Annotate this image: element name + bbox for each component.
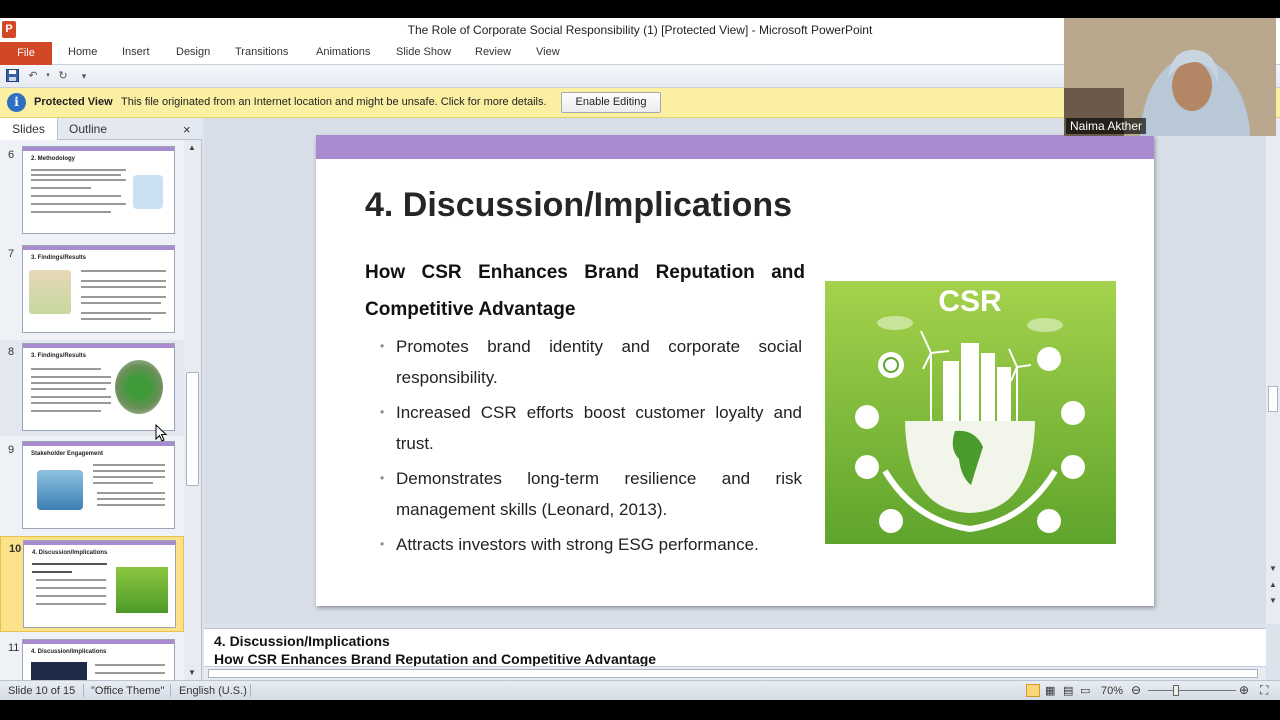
thumbnail-title: 3. Findings/Results (31, 353, 87, 359)
slide[interactable]: 4. Discussion/Implications How CSR Enhan… (316, 135, 1154, 606)
thumbnail-number: 9 (8, 444, 15, 456)
tab-view[interactable]: View (536, 46, 560, 58)
scroll-up-icon[interactable]: ▲ (188, 143, 196, 152)
thumbnail-image: Stakeholder Engagement (22, 441, 175, 529)
thumbnail-slide-11[interactable]: 11 4. Discussion/Implications (0, 636, 184, 680)
protected-view-message[interactable]: This file originated from an Internet lo… (121, 96, 547, 108)
thumbnail-number: 10 (9, 543, 22, 555)
close-pane-icon[interactable]: × (183, 122, 191, 137)
thumbnail-slide-6[interactable]: 6 2. Methodology (0, 143, 184, 239)
bullet-list[interactable]: Promotes brand identity and corporate so… (380, 331, 802, 564)
slide-scrollbar[interactable]: ▼ ▲ ▼ (1266, 118, 1280, 624)
scrollbar-thumb[interactable] (208, 669, 1258, 678)
thumbnail-title: 3. Findings/Results (31, 255, 87, 261)
slide-title[interactable]: 4. Discussion/Implications (365, 186, 792, 225)
tab-design[interactable]: Design (176, 46, 210, 58)
webcam-overlay: Naima Akther (1064, 18, 1276, 136)
thumbnail-image: 3. Findings/Results (22, 343, 175, 431)
scrollbar-thumb[interactable] (1268, 386, 1278, 412)
slides-pane: Slides Outline × 6 2. Methodology 7 3. F… (0, 118, 202, 680)
slide-subtitle[interactable]: How CSR Enhances Brand Reputation and Co… (365, 254, 805, 328)
mouse-cursor-icon (155, 424, 167, 442)
thumbnail-title: 4. Discussion/Implications (32, 550, 108, 556)
screen-top-border (0, 0, 1280, 18)
notes-pane[interactable]: 4. Discussion/Implications How CSR Enhan… (204, 628, 1266, 668)
scrollbar-thumb[interactable] (186, 372, 199, 486)
thumbnail-image: 3. Findings/Results (22, 245, 175, 333)
csr-image-text: CSR (938, 285, 1002, 318)
thumbnail-image: 2. Methodology (22, 146, 175, 234)
bullet-item: Demonstrates long-term resilience and ri… (380, 463, 802, 525)
slide-sorter-icon[interactable]: ▦ (1045, 684, 1055, 697)
tab-outline[interactable]: Outline (58, 118, 118, 140)
thumbnail-title: 4. Discussion/Implications (31, 649, 107, 655)
tab-review[interactable]: Review (475, 46, 511, 58)
slide-header-band (316, 135, 1154, 159)
pane-tabs: Slides Outline × (0, 118, 202, 140)
participant-name: Naima Akther (1066, 118, 1147, 134)
thumbnail-slide-9[interactable]: 9 Stakeholder Engagement (0, 438, 184, 534)
undo-dropdown-icon[interactable]: ▾ (41, 69, 55, 83)
thumbnail-slide-10[interactable]: 10 4. Discussion/Implications (0, 536, 184, 632)
slide-canvas: 4. Discussion/Implications How CSR Enhan… (204, 118, 1266, 624)
powerpoint-window: { "window": { "title": "The Role of Corp… (0, 0, 1280, 720)
fit-to-window-icon[interactable]: ⛶ (1260, 683, 1268, 698)
next-slide-icon[interactable]: ▼ (1269, 596, 1277, 605)
screen-bottom-border (0, 700, 1280, 720)
thumbnail-number: 6 (8, 149, 15, 161)
csr-illustration[interactable]: CSR (825, 281, 1116, 544)
tab-file[interactable]: File (0, 42, 52, 65)
bullet-item: Increased CSR efforts boost customer loy… (380, 397, 802, 459)
redo-icon[interactable]: ↻ (56, 69, 70, 83)
info-icon: i (7, 93, 26, 112)
tab-home[interactable]: Home (68, 46, 97, 58)
tab-slide-show[interactable]: Slide Show (396, 46, 451, 58)
thumbnail-title: 2. Methodology (31, 156, 75, 162)
thumbnail-image: 4. Discussion/Implications (22, 639, 175, 680)
thumbnail-image: 4. Discussion/Implications (23, 540, 176, 628)
status-bar: Slide 10 of 15 "Office Theme" English (U… (0, 680, 1280, 700)
thumbnail-slide-8[interactable]: 8 3. Findings/Results (0, 340, 184, 436)
normal-view-icon[interactable] (1026, 684, 1040, 697)
reading-view-icon[interactable]: ▤ (1063, 684, 1073, 697)
tab-slides[interactable]: Slides (0, 118, 58, 140)
save-icon[interactable] (5, 69, 19, 83)
thumbnail-number: 11 (8, 642, 20, 654)
language-indicator[interactable]: English (U.S.) (179, 685, 247, 697)
thumbnail-slide-7[interactable]: 7 3. Findings/Results (0, 242, 184, 338)
thumbnail-list: 6 2. Methodology 7 3. Findings/Results 8… (0, 140, 184, 680)
scroll-down-icon[interactable]: ▼ (1269, 564, 1277, 573)
tab-transitions[interactable]: Transitions (235, 46, 288, 58)
thumbnail-number: 7 (8, 248, 15, 260)
zoom-level[interactable]: 70% (1101, 685, 1123, 697)
notes-line-1: 4. Discussion/Implications (214, 633, 390, 649)
zoom-slider[interactable] (1148, 690, 1236, 691)
notes-line-2: How CSR Enhances Brand Reputation and Co… (214, 651, 657, 667)
enable-editing-button[interactable]: Enable Editing (561, 92, 661, 113)
scroll-down-icon[interactable]: ▼ (188, 668, 196, 677)
bullet-item: Attracts investors with strong ESG perfo… (380, 529, 802, 560)
undo-icon[interactable]: ↶ (26, 69, 40, 83)
horizontal-scrollbar[interactable] (204, 666, 1266, 680)
slide-counter: Slide 10 of 15 (8, 685, 76, 697)
slide-show-icon[interactable]: ▭ (1080, 684, 1090, 697)
zoom-out-icon[interactable]: ⊖ (1131, 683, 1141, 697)
previous-slide-icon[interactable]: ▲ (1269, 580, 1277, 589)
tab-insert[interactable]: Insert (122, 46, 150, 58)
zoom-in-icon[interactable]: ⊕ (1239, 683, 1249, 697)
thumbnail-number: 8 (8, 346, 15, 358)
theme-name[interactable]: "Office Theme" (91, 685, 164, 697)
tab-animations[interactable]: Animations (316, 46, 370, 58)
protected-view-title: Protected View (34, 96, 113, 108)
thumbnail-title: Stakeholder Engagement (31, 451, 104, 457)
customize-qat-icon[interactable]: ▾ (77, 69, 91, 83)
bullet-item: Promotes brand identity and corporate so… (380, 331, 802, 393)
zoom-slider-knob[interactable] (1173, 685, 1179, 696)
thumbnail-scrollbar[interactable]: ▲ ▼ (184, 140, 201, 680)
